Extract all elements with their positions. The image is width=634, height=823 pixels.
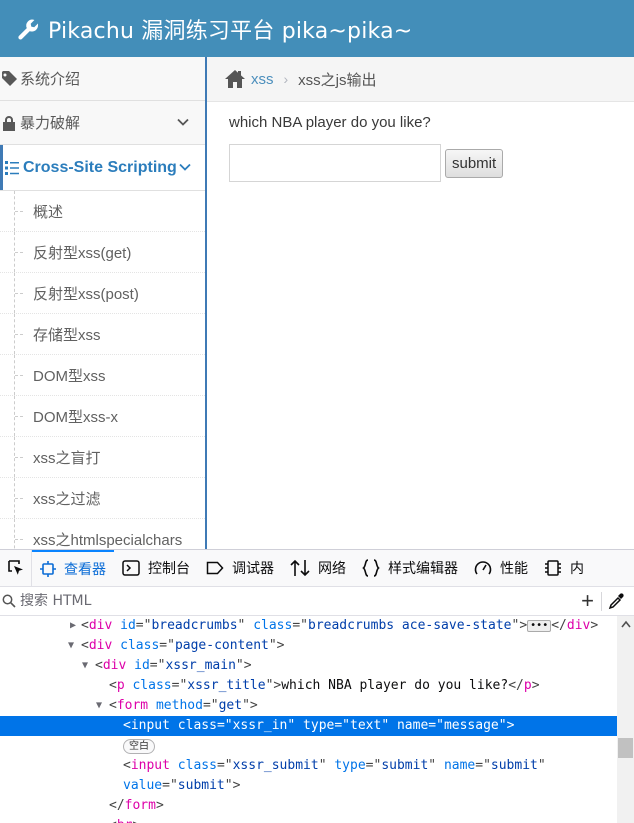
braces-icon bbox=[362, 559, 380, 577]
network-icon bbox=[290, 559, 310, 577]
debugger-icon bbox=[206, 561, 224, 575]
tag-icon bbox=[2, 70, 17, 86]
breadcrumb-current: xss之js输出 bbox=[298, 71, 377, 89]
tree-node-xssr-title[interactable]: <p class="xssr_title">which NBA player d… bbox=[0, 676, 634, 696]
element-picker-icon bbox=[7, 560, 23, 575]
submenu-item[interactable]: 存储型xss bbox=[0, 314, 205, 355]
wrench-icon bbox=[18, 19, 39, 40]
sidebar-item-xss[interactable]: Cross-Site Scripting bbox=[0, 145, 205, 191]
tree-node-input-selected[interactable]: <input class="xssr_in" type="text" name=… bbox=[0, 716, 634, 736]
whitespace-badge: 空白 bbox=[123, 739, 155, 754]
gauge-icon bbox=[474, 561, 492, 575]
markup-tree: ▶ <div id="breadcrumbs" class="breadcrumb… bbox=[0, 616, 634, 823]
tree-node-page-content[interactable]: ▼ <div class="page-content"> bbox=[0, 636, 634, 656]
page-content: which NBA player do you like? submit bbox=[229, 114, 504, 182]
message-input[interactable] bbox=[229, 144, 441, 182]
submenu-item[interactable]: 概述 bbox=[0, 191, 205, 232]
submenu-item[interactable]: 反射型xss(post) bbox=[0, 273, 205, 314]
submenu-item[interactable]: xss之htmlspecialchars bbox=[0, 519, 205, 549]
tree-node-form[interactable]: ▼ <form method="get"> bbox=[0, 696, 634, 716]
submit-button[interactable]: submit bbox=[445, 148, 504, 178]
xss-submenu: 概述 反射型xss(get) 反射型xss(post) 存储型xss DOM型x… bbox=[0, 191, 205, 549]
sidebar-item-label: 系统介绍 bbox=[20, 71, 81, 88]
tree-node-submit-cont: value="submit"> bbox=[123, 778, 241, 793]
sidebar: 系统介绍 暴力破解 Cross-Site Scripting 概述 反射型xss… bbox=[0, 57, 207, 549]
tree-node-whitespace[interactable]: 空白 bbox=[0, 736, 634, 756]
submenu-item[interactable]: xss之过滤 bbox=[0, 478, 205, 519]
tree-node-submit[interactable]: <input class="xssr_submit" type="submit"… bbox=[0, 756, 634, 776]
tree-node-form-close[interactable]: </form> bbox=[0, 796, 634, 816]
breadcrumb-separator-icon: › bbox=[283, 71, 289, 87]
search-icon bbox=[2, 594, 16, 608]
tab-memory[interactable]: 内 bbox=[536, 550, 592, 586]
tab-label: 性能 bbox=[500, 561, 528, 577]
memory-icon bbox=[545, 560, 561, 576]
eyedropper-icon[interactable] bbox=[608, 592, 626, 610]
tab-debugger[interactable]: 调试器 bbox=[198, 550, 282, 586]
divider bbox=[601, 592, 602, 611]
tab-inspector[interactable]: 查看器 bbox=[32, 550, 114, 586]
tree-node-xssr-main[interactable]: ▼ <div id="xssr_main"> bbox=[0, 656, 634, 676]
tree-node-breadcrumbs[interactable]: ▶ <div id="breadcrumbs" class="breadcrumb… bbox=[0, 616, 634, 636]
sidebar-item-label: Cross-Site Scripting bbox=[23, 158, 177, 176]
chevron-down-icon bbox=[177, 118, 189, 126]
tab-performance[interactable]: 性能 bbox=[466, 550, 536, 586]
home-icon[interactable] bbox=[225, 70, 245, 88]
devtools-search-bar: + bbox=[0, 587, 634, 616]
submenu-item[interactable]: xss之盲打 bbox=[0, 437, 205, 478]
search-html-input[interactable] bbox=[20, 593, 540, 609]
app-title[interactable]: Pikachu 漏洞练习平台 pika~pika~ bbox=[48, 13, 412, 45]
tab-label: 调试器 bbox=[232, 561, 274, 577]
list-icon bbox=[5, 160, 19, 175]
collapsed-ellipsis-icon[interactable]: ••• bbox=[527, 620, 552, 632]
sidebar-item-bruteforce[interactable]: 暴力破解 bbox=[0, 101, 205, 145]
tab-label: 控制台 bbox=[148, 561, 190, 577]
tab-label: 内 bbox=[570, 561, 584, 577]
navbar: Pikachu 漏洞练习平台 pika~pika~ bbox=[0, 0, 634, 57]
tree-scrollbar[interactable] bbox=[617, 616, 634, 823]
tab-console[interactable]: 控制台 bbox=[114, 550, 198, 586]
add-node-button[interactable]: + bbox=[581, 590, 594, 612]
tab-label: 网络 bbox=[318, 561, 346, 577]
scroll-thumb[interactable] bbox=[618, 738, 633, 758]
tree-node-br[interactable]: <br> bbox=[0, 816, 634, 823]
sidebar-item-label: 暴力破解 bbox=[20, 115, 81, 132]
tab-style-editor[interactable]: 样式编辑器 bbox=[354, 550, 466, 586]
scroll-up-icon[interactable] bbox=[621, 620, 631, 628]
tab-label: 样式编辑器 bbox=[388, 561, 458, 577]
console-icon bbox=[122, 560, 140, 576]
chevron-down-icon bbox=[179, 163, 191, 171]
lock-icon bbox=[3, 115, 15, 131]
tab-network[interactable]: 网络 bbox=[282, 550, 354, 586]
breadcrumb: xss › xss之js输出 bbox=[207, 57, 634, 102]
inspector-icon bbox=[40, 561, 56, 577]
submenu-item[interactable]: DOM型xss bbox=[0, 355, 205, 396]
sidebar-item-intro[interactable]: 系统介绍 bbox=[0, 57, 205, 101]
devtools-panel: 查看器 控制台 调试器 网络 样式编辑器 性能 内 + bbox=[0, 549, 634, 823]
node-text: which NBA player do you like? bbox=[281, 678, 509, 693]
element-picker-button[interactable] bbox=[0, 550, 32, 586]
tab-label: 查看器 bbox=[64, 562, 106, 578]
message-form: submit bbox=[229, 144, 504, 182]
submenu-item[interactable]: DOM型xss-x bbox=[0, 396, 205, 437]
devtools-tabbar: 查看器 控制台 调试器 网络 样式编辑器 性能 内 bbox=[0, 550, 634, 587]
question-label: which NBA player do you like? bbox=[229, 114, 431, 131]
breadcrumb-link-xss[interactable]: xss bbox=[251, 71, 274, 88]
submenu-item[interactable]: 反射型xss(get) bbox=[0, 232, 205, 273]
